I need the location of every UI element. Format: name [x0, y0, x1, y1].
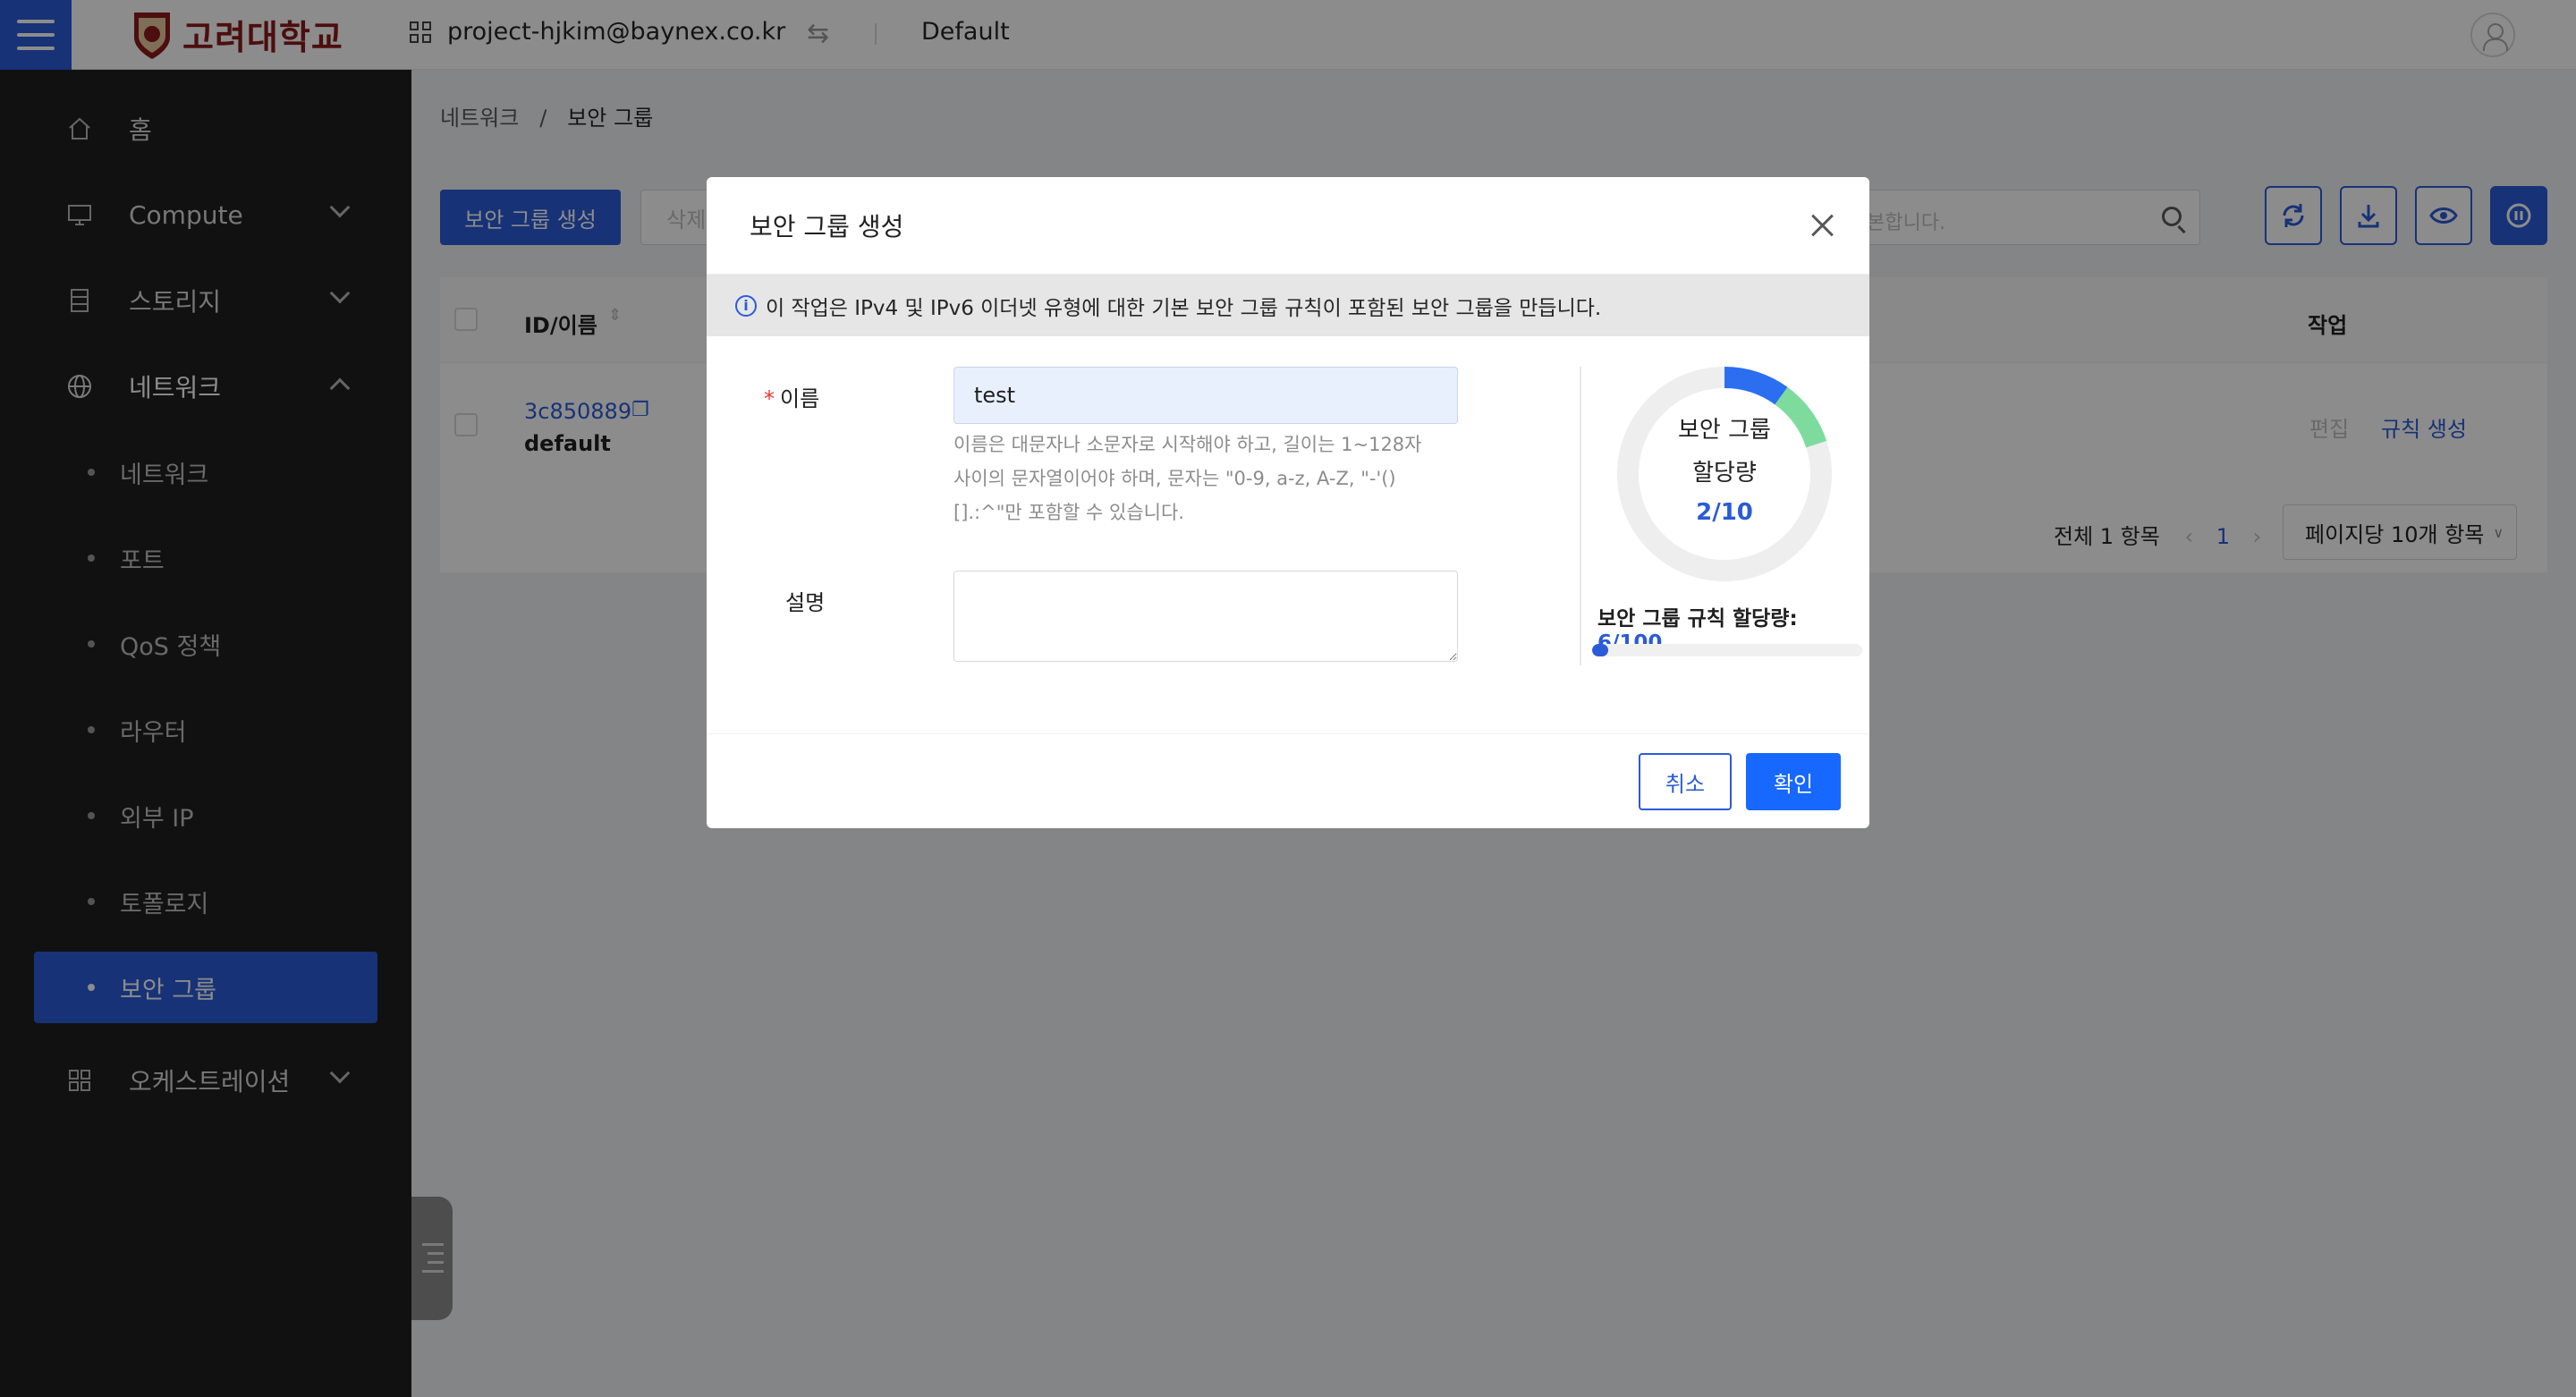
quota-value: 2/10 — [1696, 499, 1753, 526]
quota-title-line2: 할당량 — [1692, 460, 1757, 487]
name-help-line: 사이의 문자열이어야 하며, 문자는 "0-9, a-z, A-Z, "-'() — [953, 468, 1396, 489]
rule-quota-progress — [1592, 644, 1862, 656]
name-help-text: 이름은 대문자나 소문자로 시작해야 하고, 길이는 1~128자 사이의 문자… — [953, 428, 1463, 529]
cancel-button[interactable]: 취소 — [1639, 753, 1732, 810]
info-banner: i 이 작업은 IPv4 및 IPv6 이더넷 유형에 대한 기본 보안 그룹 … — [707, 274, 1869, 336]
info-icon: i — [735, 294, 757, 317]
rule-quota-progress-fill — [1592, 644, 1609, 656]
name-label: * 이름 — [764, 381, 819, 412]
required-mark: * — [764, 386, 775, 411]
modal-footer-divider — [707, 733, 1869, 734]
name-help-line: [].:^"만 포함할 수 있습니다. — [953, 502, 1184, 523]
description-label: 설명 — [785, 590, 826, 615]
modal-title: 보안 그룹 생성 — [750, 212, 904, 241]
create-security-group-modal: 보안 그룹 생성 i 이 작업은 IPv4 및 IPv6 이더넷 유형에 대한 … — [707, 177, 1869, 828]
divider — [1580, 367, 1581, 665]
name-input[interactable] — [953, 367, 1458, 424]
donut-used-arc — [1724, 367, 1788, 405]
name-label-text: 이름 — [780, 386, 820, 411]
description-textarea[interactable] — [953, 571, 1458, 662]
info-text: 이 작업은 IPv4 및 IPv6 이더넷 유형에 대한 기본 보안 그룹 규칙… — [766, 296, 1602, 320]
quota-title-line1: 보안 그룹 — [1678, 417, 1771, 444]
name-help-line: 이름은 대문자나 소문자로 시작해야 하고, 길이는 1~128자 — [953, 434, 1422, 455]
close-icon[interactable] — [1807, 209, 1839, 241]
confirm-button[interactable]: 확인 — [1746, 753, 1841, 810]
rule-quota-label: 보안 그룹 규칙 할당량: — [1597, 607, 1798, 631]
